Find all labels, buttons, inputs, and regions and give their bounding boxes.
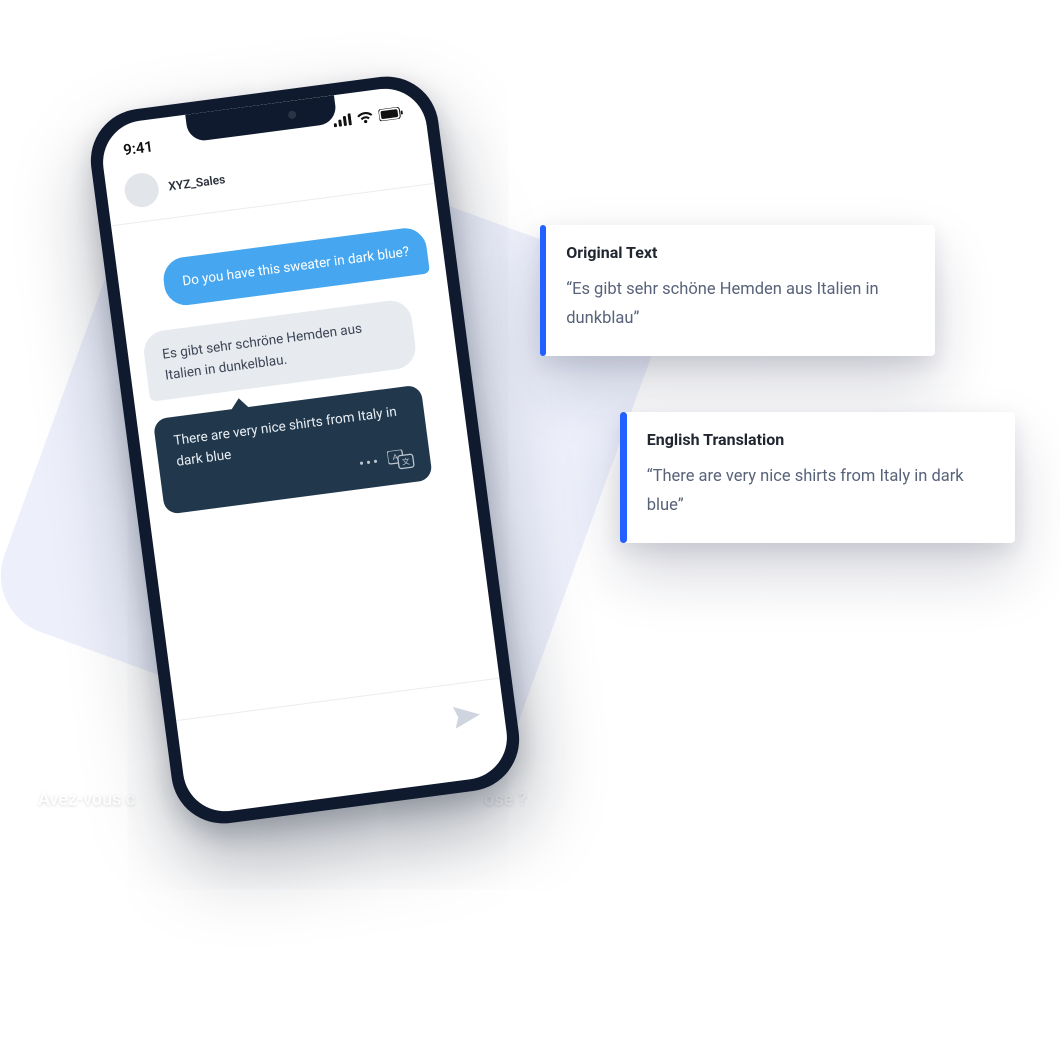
more-icon[interactable]: ••• <box>358 454 381 472</box>
phone-mockup: 9:41 XYZ_Sales Do you <box>85 70 526 830</box>
chat-contact-name[interactable]: XYZ_Sales <box>168 172 226 193</box>
wifi-icon <box>356 108 374 128</box>
translation-card: English Translation “There are very nice… <box>620 412 1015 543</box>
original-text-card: Original Text “Es gibt sehr schöne Hemde… <box>540 225 935 356</box>
translate-icon[interactable]: A文 <box>387 448 415 471</box>
translation-body: “There are very nice shirts from Italy i… <box>647 463 993 521</box>
card-accent-bar <box>620 412 627 543</box>
caption-right: ose ? <box>484 789 526 810</box>
status-right <box>332 104 404 131</box>
phone-screen: 9:41 XYZ_Sales Do you <box>98 84 512 817</box>
send-button[interactable] <box>451 701 484 731</box>
status-time: 9:41 <box>122 137 154 159</box>
caption-left: Avez-vous c <box>38 789 135 810</box>
message-sent[interactable]: Do you have this sweater in dark blue? <box>161 226 430 308</box>
phone-frame: 9:41 XYZ_Sales Do you <box>85 70 526 830</box>
original-text-body: “Es gibt sehr schöne Hemden aus Italien … <box>566 276 913 334</box>
svg-text:文: 文 <box>401 456 410 467</box>
avatar[interactable] <box>123 171 161 209</box>
message-received[interactable]: Es gibt sehr schröne Hemden aus Italien … <box>141 298 418 401</box>
battery-icon <box>378 104 404 125</box>
translation-bubble[interactable]: There are very nice shirts from Italy in… <box>153 384 433 514</box>
message-list: Do you have this sweater in dark blue? E… <box>111 184 474 529</box>
callout-cards: Original Text “Es gibt sehr schöne Hemde… <box>540 225 1015 543</box>
original-text-title: Original Text <box>566 243 913 262</box>
translation-title: English Translation <box>647 430 993 449</box>
signal-icon <box>332 111 352 131</box>
